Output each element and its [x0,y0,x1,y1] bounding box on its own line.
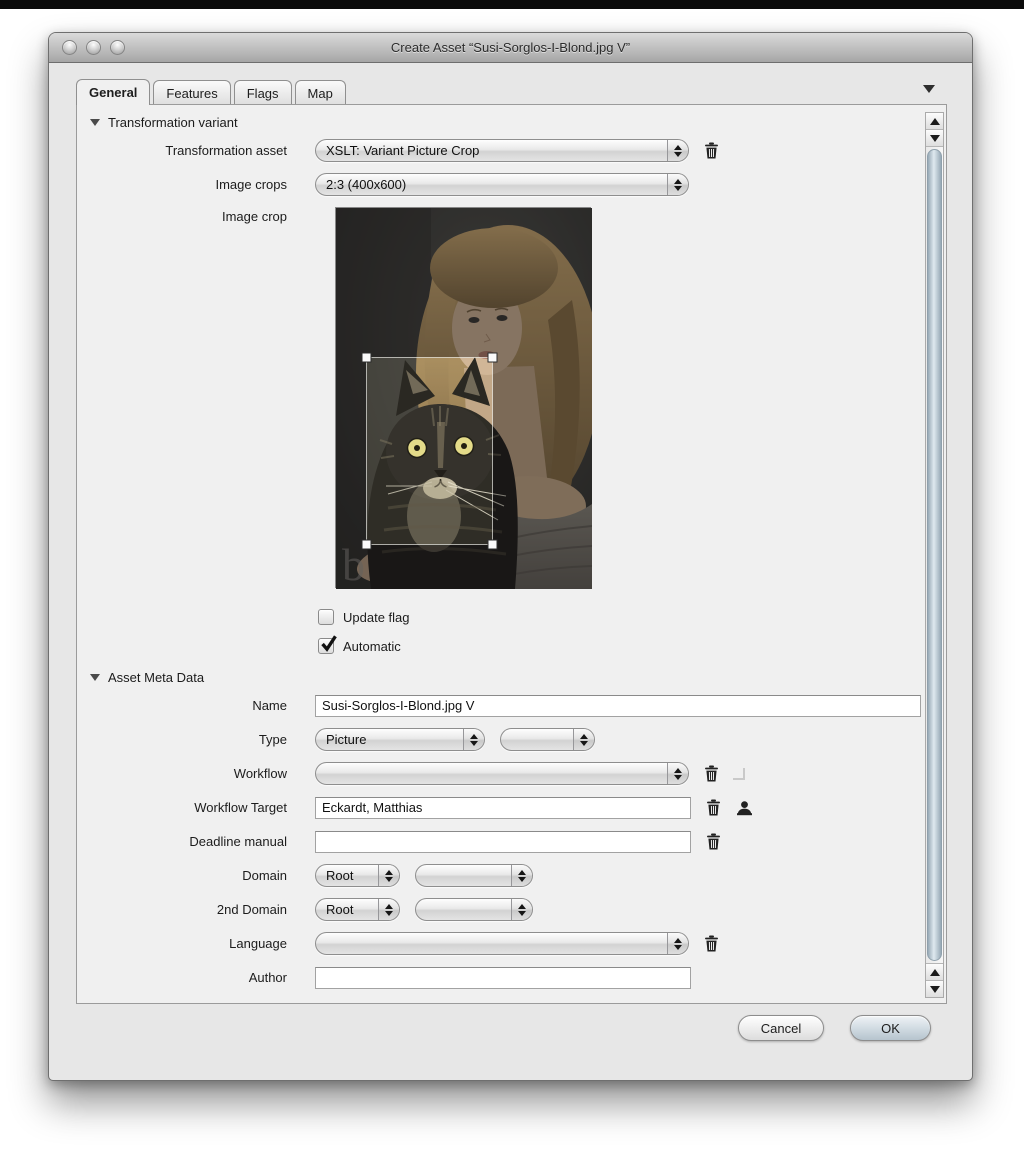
crop-handle-bottom-left[interactable] [362,540,371,549]
deadline-manual-input[interactable] [315,831,691,853]
stepper-arrows-icon [667,174,688,195]
workflow-label: Workflow [77,766,287,781]
window-title: Create Asset “Susi-Sorglos-I-Blond.jpg V… [391,40,630,55]
deadline-delete-button[interactable] [704,833,722,851]
crop-preview-image[interactable]: b [335,207,591,588]
transformation-asset-label: Transformation asset [77,143,287,158]
language-select[interactable] [315,932,689,955]
create-asset-dialog: Create Asset “Susi-Sorglos-I-Blond.jpg V… [48,32,973,1081]
scroll-down-button[interactable] [926,130,943,147]
tab-overflow-icon[interactable] [923,85,935,93]
crop-handle-top-left[interactable] [362,353,371,362]
image-crops-select[interactable]: 2:3 (400x600) [315,173,689,196]
domain-secondary-select[interactable] [415,864,533,887]
disclosure-triangle-icon[interactable] [90,674,100,681]
trash-icon [706,799,721,816]
deadline-manual-label: Deadline manual [77,834,287,849]
checkmark-icon [320,635,338,653]
stepper-arrows-icon [378,899,399,920]
automatic-label: Automatic [343,639,401,654]
workflow-target-input[interactable] [315,797,691,819]
stepper-arrows-icon [511,899,532,920]
workflow-target-delete-button[interactable] [704,799,722,817]
flags-checkbox-1[interactable] [318,1004,334,1005]
second-domain-label: 2nd Domain [77,902,287,917]
language-label: Language [77,936,287,951]
trash-icon [704,765,719,782]
type-secondary-select[interactable] [500,728,595,751]
crop-handle-top-right[interactable] [488,353,497,362]
automatic-checkbox[interactable] [318,638,334,654]
workflow-target-label: Workflow Target [77,800,287,815]
stepper-arrows-icon [511,865,532,886]
type-select[interactable]: Picture [315,728,485,751]
image-crop-label: Image crop [77,207,287,224]
disclosure-triangle-icon[interactable] [90,119,100,126]
window-titlebar[interactable]: Create Asset “Susi-Sorglos-I-Blond.jpg V… [49,33,972,63]
general-tab-panel: Transformation variant Transformation as… [76,104,947,1004]
language-delete-button[interactable] [702,935,720,953]
domain-select[interactable]: Root [315,864,400,887]
name-label: Name [77,698,287,713]
update-flag-checkbox[interactable] [318,609,334,625]
vertical-scrollbar[interactable] [925,112,944,998]
workflow-select[interactable] [315,762,689,785]
stepper-arrows-icon [667,140,688,161]
image-crops-label: Image crops [77,177,287,192]
section-title-meta: Asset Meta Data [108,670,204,685]
select-person-button[interactable] [735,799,753,817]
stepper-arrows-icon [378,865,399,886]
trash-icon [706,833,721,850]
scrollbar-thumb[interactable] [927,149,942,961]
tab-features[interactable]: Features [153,80,230,105]
scroll-up-button-bottom[interactable] [926,963,943,980]
tab-general[interactable]: General [76,79,150,105]
domain-label: Domain [77,868,287,883]
transformation-asset-select[interactable]: XSLT: Variant Picture Crop [315,139,689,162]
type-label: Type [77,732,287,747]
scroll-down-button-bottom[interactable] [926,980,943,997]
workflow-delete-button[interactable] [702,765,720,783]
author-label: Author [77,970,287,985]
stepper-arrows-icon [667,933,688,954]
author-input[interactable] [315,967,691,989]
person-icon [736,800,753,816]
ok-button[interactable]: OK [850,1015,931,1041]
second-domain-select[interactable]: Root [315,898,400,921]
second-domain-secondary-select[interactable] [415,898,533,921]
trash-icon [704,142,719,159]
screen-top-strip [0,0,1024,9]
stepper-arrows-icon [463,729,484,750]
tab-flags[interactable]: Flags [234,80,292,105]
crop-handle-bottom-right[interactable] [488,540,497,549]
cancel-button[interactable]: Cancel [738,1015,824,1041]
tab-bar: GeneralFeaturesFlagsMap [76,79,945,104]
update-flag-label: Update flag [343,610,410,625]
zoom-window-button[interactable] [110,40,125,55]
trash-icon [704,935,719,952]
section-title-transformation: Transformation variant [108,115,238,130]
stepper-arrows-icon [573,729,594,750]
transformation-asset-delete-button[interactable] [702,142,720,160]
close-window-button[interactable] [62,40,77,55]
scroll-up-button[interactable] [926,113,943,130]
flags-checkbox-2[interactable] [444,1004,460,1005]
name-input[interactable] [315,695,921,717]
tab-map[interactable]: Map [295,80,346,105]
workflow-secondary-icon [733,768,745,780]
minimize-window-button[interactable] [86,40,101,55]
stepper-arrows-icon [667,763,688,784]
